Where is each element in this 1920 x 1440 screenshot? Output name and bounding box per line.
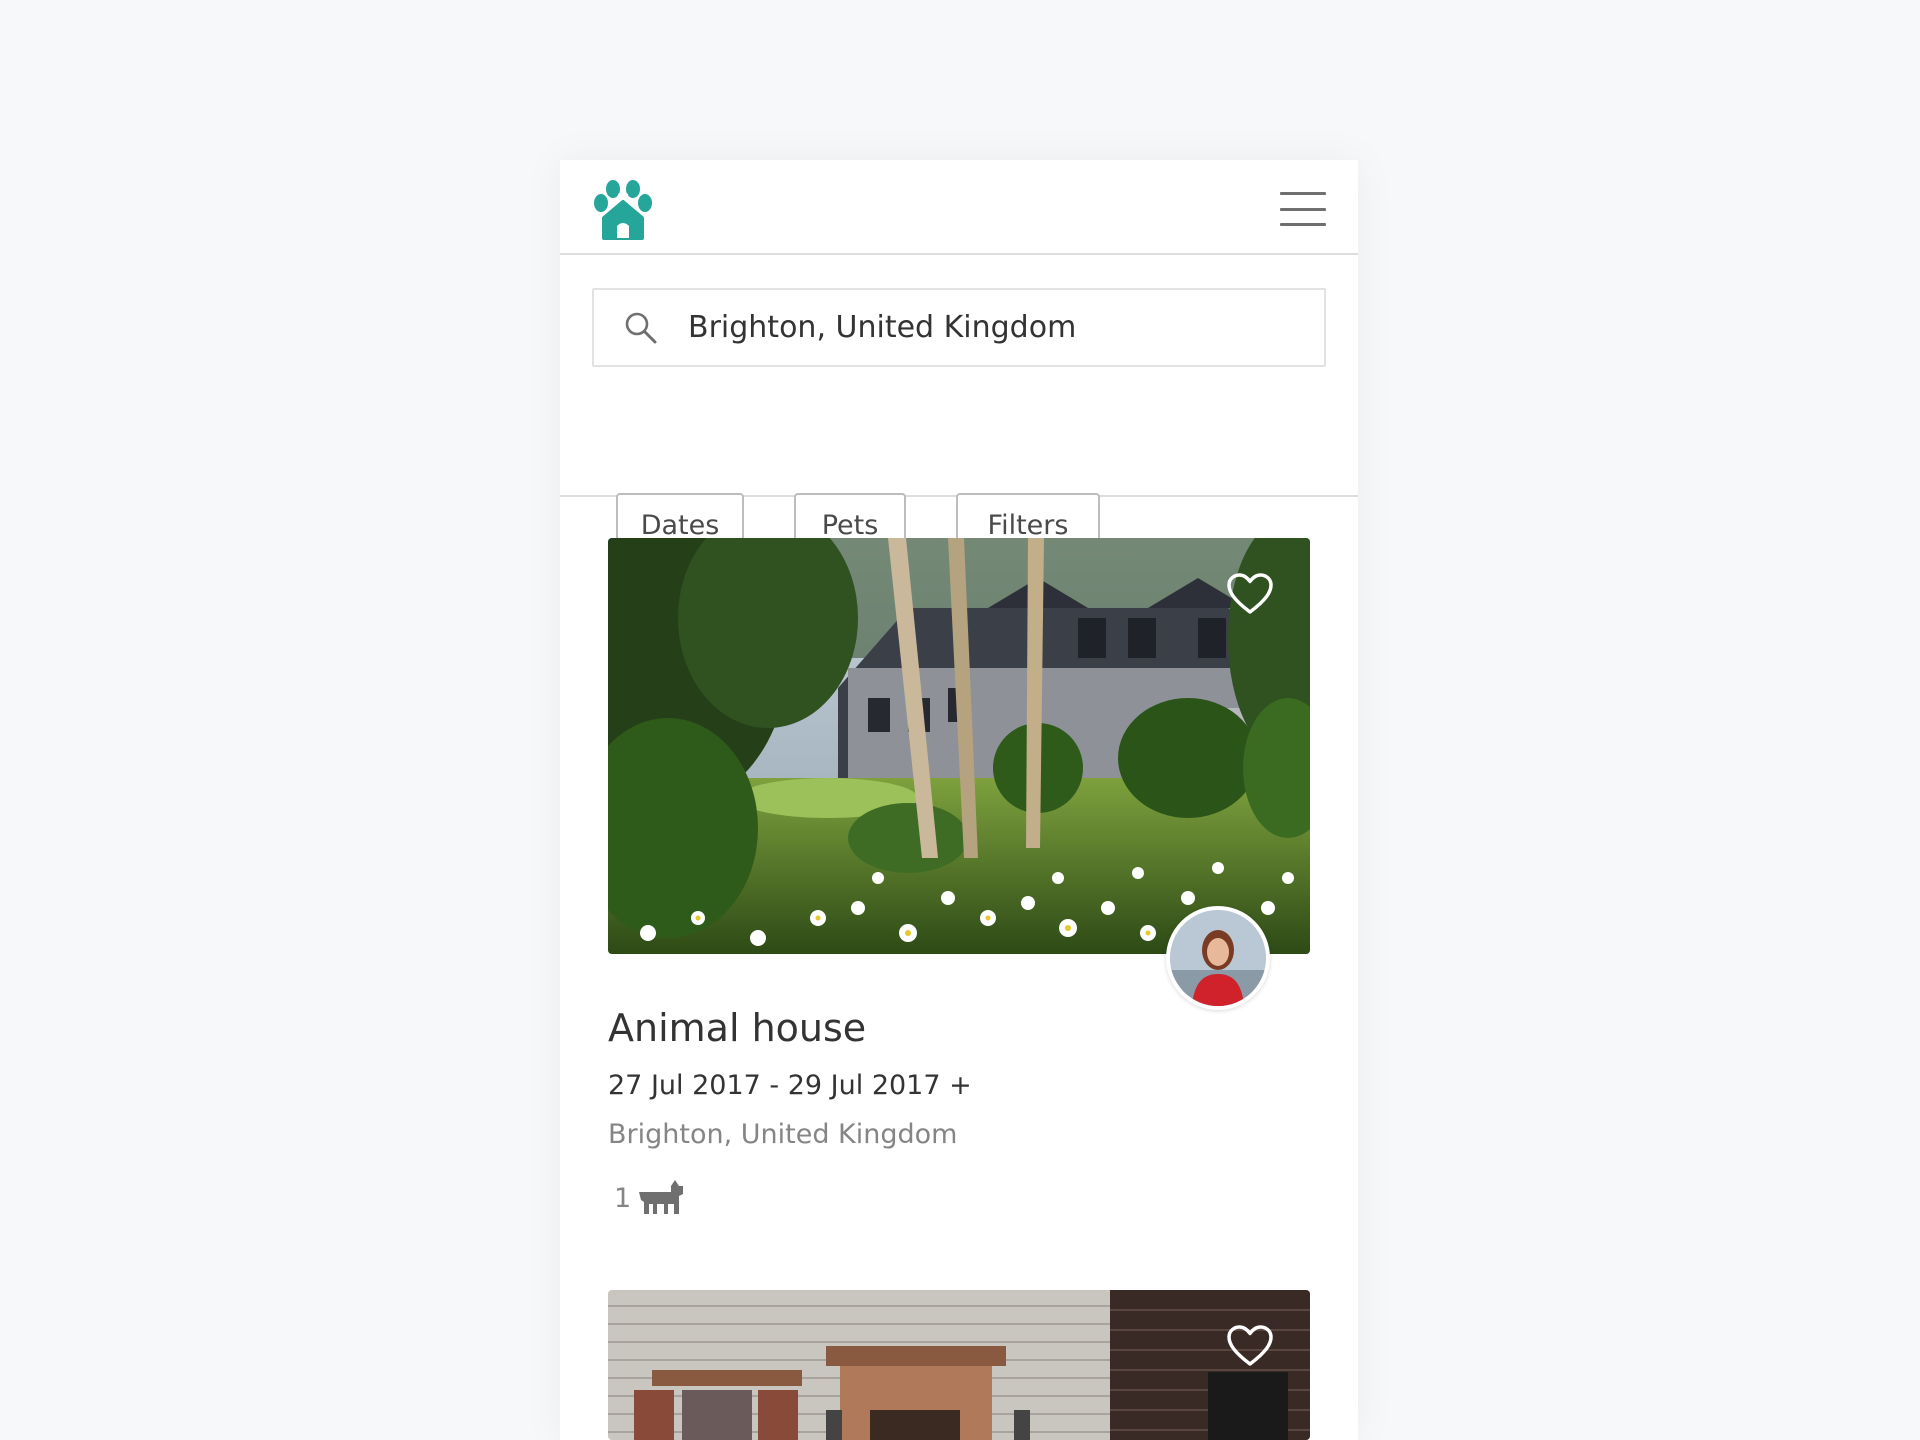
listing-location: Brighton, United Kingdom — [608, 1119, 958, 1150]
search-input[interactable] — [688, 297, 1288, 358]
dog-icon — [639, 1180, 684, 1214]
pet-info: 1 — [614, 1178, 685, 1218]
paw-house-icon[interactable] — [592, 180, 654, 240]
pet-count: 1 — [614, 1182, 632, 1214]
house-garden-photo[interactable] — [608, 538, 1310, 954]
heart-icon[interactable] — [1226, 1324, 1274, 1368]
menu-line — [1280, 192, 1326, 195]
menu-line — [1280, 207, 1326, 211]
listing-title[interactable]: Animal house — [608, 1006, 866, 1050]
top-navigation-bar — [560, 160, 1358, 255]
search-bar[interactable] — [592, 288, 1326, 367]
townhouse-facade-photo[interactable] — [608, 1290, 1310, 1440]
heart-icon[interactable] — [1226, 572, 1274, 616]
listing-card[interactable]: Animal house 27 Jul 2017 - 29 Jul 2017 +… — [608, 538, 1310, 1214]
search-icon — [625, 312, 657, 343]
hamburger-menu-icon[interactable] — [1280, 192, 1326, 226]
listing-dates: 27 Jul 2017 - 29 Jul 2017 + — [608, 1070, 972, 1101]
mobile-app-frame: Dates Pets Filters — [560, 160, 1358, 1440]
host-avatar-photo[interactable] — [1166, 906, 1270, 1010]
menu-line — [1280, 223, 1326, 226]
listing-card[interactable] — [608, 1290, 1310, 1440]
search-section: Dates Pets Filters — [560, 255, 1358, 557]
